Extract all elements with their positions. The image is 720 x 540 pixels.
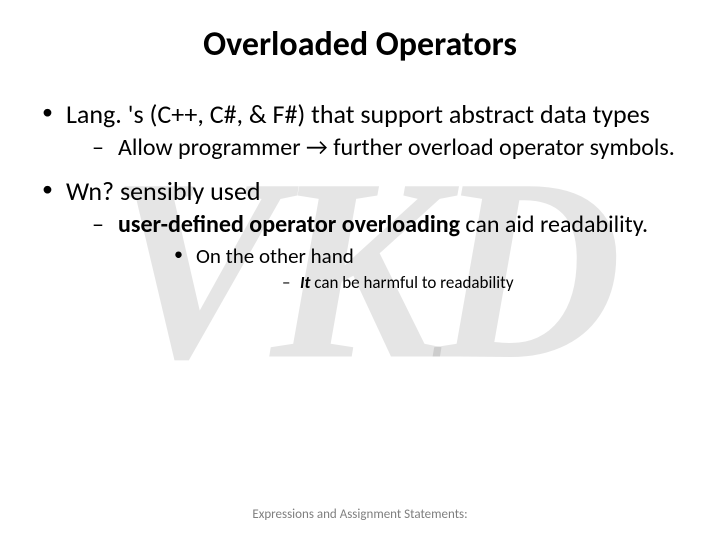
bullet-1-1-text-a: Allow programmer — [118, 133, 306, 162]
bullet-list: Lang. 's (C++, C#, & F#) that support ab… — [40, 99, 680, 294]
slide-title: Overloaded Operators — [40, 24, 680, 65]
bullet-item-2-1-1-1: It can be harmful to readability — [196, 272, 680, 294]
bullet-2-1-1-text: On the other hand — [196, 243, 354, 269]
arrow-icon: → — [306, 133, 328, 162]
bullet-item-2-1-1: On the other hand It can be harmful to r… — [118, 243, 680, 294]
slide-footer: Expressions and Assignment Statements: — [0, 507, 720, 522]
bullet-2-text: Wn? sensibly used — [66, 175, 261, 207]
bullet-1-text: Lang. 's (C++, C#, & F#) that support ab… — [66, 98, 650, 130]
bullet-item-1: Lang. 's (C++, C#, & F#) that support ab… — [40, 99, 680, 162]
bullet-2-1-rest: can aid readability. — [460, 210, 648, 239]
bullet-2-1-strong: user-defined operator overloading — [118, 210, 460, 239]
bullet-item-1-1: Allow programmer → further overload oper… — [66, 133, 680, 162]
slide-container: Overloaded Operators Lang. 's (C++, C#, … — [0, 0, 720, 540]
bullet-2-1-1-1-strong: It — [300, 272, 310, 293]
bullet-2-1-1-1-rest: can be harmful to readability — [310, 272, 513, 293]
bullet-item-2-1: user-defined operator overloading can ai… — [66, 210, 680, 295]
bullet-item-2: Wn? sensibly used user-defined operator … — [40, 176, 680, 294]
bullet-1-1-text-b: further overload operator symbols. — [328, 133, 675, 162]
